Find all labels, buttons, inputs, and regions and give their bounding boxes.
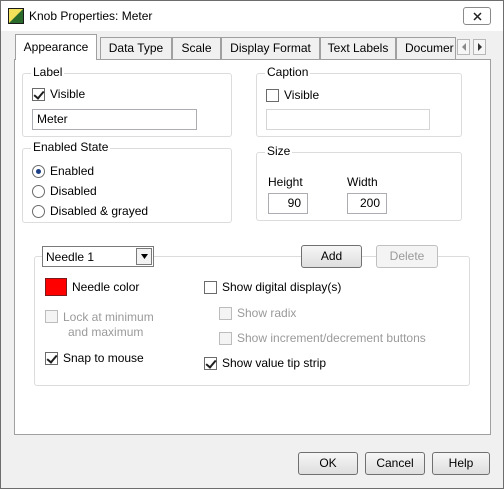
window-title: Knob Properties: Meter xyxy=(29,9,153,23)
labview-app-icon xyxy=(8,8,24,24)
needle-color-swatch[interactable] xyxy=(45,278,67,296)
tab-documentation[interactable]: Documer xyxy=(396,37,456,59)
disabled-grayed-radio-dot[interactable] xyxy=(32,204,45,218)
label-group-title: Label xyxy=(31,65,65,79)
show-tip-strip-label: Show value tip strip xyxy=(222,356,327,370)
lock-min-max-checkbox[interactable]: Lock at minimum and maximum xyxy=(45,310,154,340)
size-group: Size Height 90 Width 200 xyxy=(256,144,462,221)
disabled-grayed-radio[interactable]: Disabled & grayed xyxy=(32,204,148,218)
enabled-state-group: Enabled State Enabled Disabled Disabled … xyxy=(22,140,232,223)
disabled-grayed-radio-label: Disabled & grayed xyxy=(50,204,149,218)
appearance-panel: Label Visible Meter Caption Visible Enab… xyxy=(14,59,491,435)
tab-scroll-left-button[interactable] xyxy=(457,39,470,55)
caption-visible-checkbox[interactable]: Visible xyxy=(266,88,319,102)
height-field[interactable]: 90 xyxy=(268,193,308,214)
size-group-title: Size xyxy=(265,144,293,158)
lock-label-line1: Lock at minimum xyxy=(63,310,154,324)
help-button[interactable]: Help xyxy=(432,452,490,475)
delete-button[interactable]: Delete xyxy=(376,245,438,268)
show-tip-strip-checkbox[interactable]: Show value tip strip xyxy=(204,356,326,370)
show-tip-strip-box[interactable] xyxy=(204,356,217,370)
show-digital-display-checkbox[interactable]: Show digital display(s) xyxy=(204,280,341,294)
caption-visible-label: Visible xyxy=(284,88,320,102)
show-radix-box[interactable] xyxy=(219,306,232,320)
tab-data-type[interactable]: Data Type xyxy=(100,37,172,59)
disabled-radio-dot[interactable] xyxy=(32,184,45,198)
chevron-left-icon xyxy=(461,43,466,51)
needle-color-label: Needle color xyxy=(72,280,140,294)
caption-visible-box[interactable] xyxy=(266,88,279,102)
title-bar: Knob Properties: Meter xyxy=(1,1,503,31)
show-inc-dec-label: Show increment/decrement buttons xyxy=(237,331,426,345)
caption-text-field[interactable] xyxy=(266,109,430,130)
close-button[interactable] xyxy=(463,7,491,25)
needle-selector[interactable]: Needle 1 xyxy=(42,246,154,267)
enabled-radio-dot[interactable] xyxy=(32,164,45,178)
chevron-right-icon xyxy=(477,43,482,51)
show-radix-checkbox[interactable]: Show radix xyxy=(219,306,296,320)
lock-min-max-box[interactable] xyxy=(45,310,58,323)
chevron-down-icon xyxy=(140,254,148,259)
width-label: Width xyxy=(347,175,378,189)
tab-appearance[interactable]: Appearance xyxy=(15,34,97,60)
show-radix-label: Show radix xyxy=(237,306,297,320)
caption-group-title: Caption xyxy=(265,65,311,79)
width-field[interactable]: 200 xyxy=(347,193,387,214)
ok-button[interactable]: OK xyxy=(298,452,358,475)
enabled-radio[interactable]: Enabled xyxy=(32,164,94,178)
tab-text-labels[interactable]: Text Labels xyxy=(320,37,396,59)
add-button[interactable]: Add xyxy=(301,245,362,268)
enabled-state-title: Enabled State xyxy=(31,140,111,154)
close-icon xyxy=(472,11,482,21)
label-visible-checkbox[interactable]: Visible xyxy=(32,87,85,101)
label-text-field[interactable]: Meter xyxy=(32,109,197,130)
tab-display-format[interactable]: Display Format xyxy=(221,37,320,59)
label-visible-box[interactable] xyxy=(32,87,45,101)
tab-scroll-right-button[interactable] xyxy=(473,39,486,55)
show-digital-display-box[interactable] xyxy=(204,280,217,294)
enabled-radio-label: Enabled xyxy=(50,164,95,178)
tab-scale[interactable]: Scale xyxy=(172,37,221,59)
needle-selector-arrow[interactable] xyxy=(136,248,152,265)
show-digital-display-label: Show digital display(s) xyxy=(222,280,342,294)
height-label: Height xyxy=(268,175,303,189)
snap-to-mouse-label: Snap to mouse xyxy=(63,351,144,365)
disabled-radio-label: Disabled xyxy=(50,184,97,198)
snap-to-mouse-checkbox[interactable]: Snap to mouse xyxy=(45,351,144,365)
label-visible-label: Visible xyxy=(50,87,86,101)
label-group: Label Visible Meter xyxy=(22,65,232,137)
lock-label-line2: and maximum xyxy=(68,325,144,339)
show-inc-dec-checkbox[interactable]: Show increment/decrement buttons xyxy=(219,331,426,345)
disabled-radio[interactable]: Disabled xyxy=(32,184,97,198)
cancel-button[interactable]: Cancel xyxy=(365,452,425,475)
caption-group: Caption Visible xyxy=(256,65,462,137)
needle-selector-value: Needle 1 xyxy=(46,250,95,264)
knob-properties-dialog: Knob Properties: Meter Appearance Data T… xyxy=(0,0,504,489)
snap-to-mouse-box[interactable] xyxy=(45,351,58,365)
show-inc-dec-box[interactable] xyxy=(219,331,232,345)
